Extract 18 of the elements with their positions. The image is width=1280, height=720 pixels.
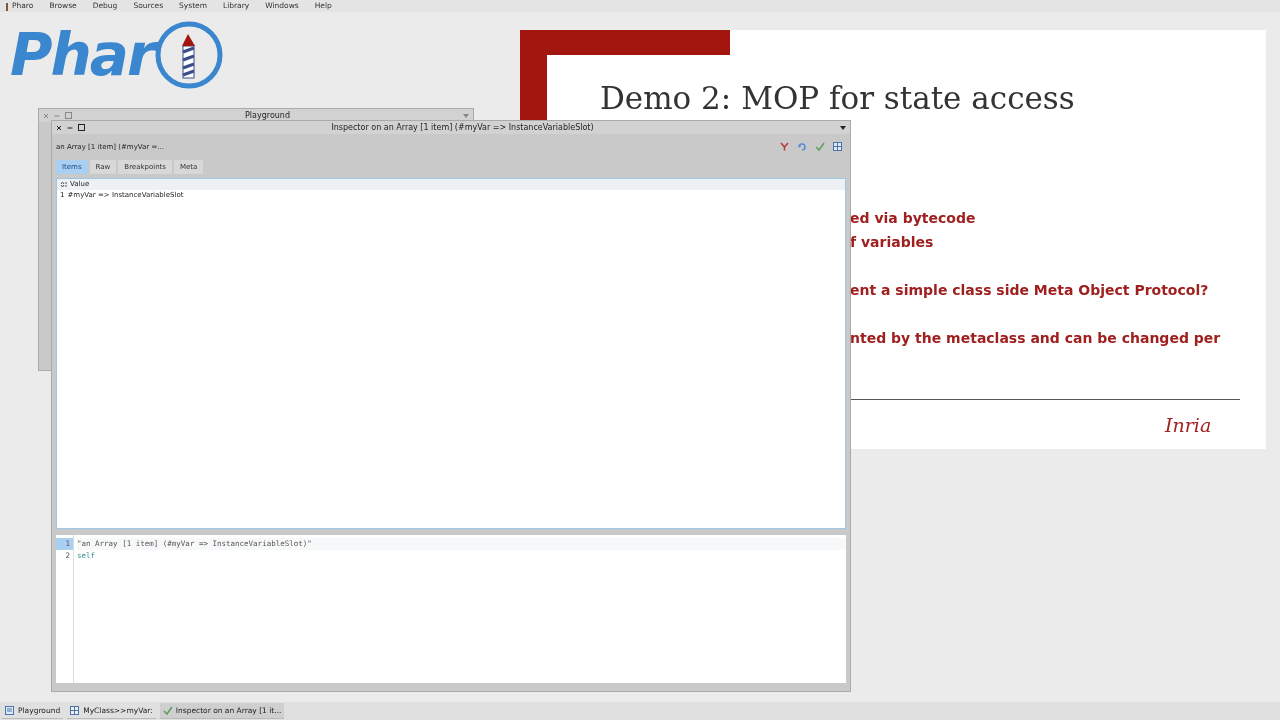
sort-icon[interactable] (60, 181, 67, 188)
slide-text: ent a simple class side Meta Object Protocol? (850, 281, 1210, 300)
grid-icon (70, 706, 81, 715)
window-icon (5, 706, 15, 715)
branch-icon[interactable] (780, 142, 789, 151)
close-icon[interactable] (56, 124, 62, 131)
dropdown-icon[interactable] (840, 125, 846, 130)
refresh-icon[interactable] (797, 142, 807, 152)
slide-title: Demo 2: MOP for state access (600, 79, 1075, 118)
slide-text: f variables (850, 233, 935, 252)
slide-text: ed via bytecode (850, 209, 977, 228)
window-title: Playground (244, 109, 291, 122)
check-icon[interactable] (815, 142, 825, 151)
check-icon (162, 706, 173, 715)
slide-text: nted by the metaclass and can be changed per (850, 329, 1221, 348)
slide-logo: Inria (1165, 413, 1212, 438)
table-icon[interactable] (833, 142, 842, 151)
window-title: Inspector on an Array [1 item] (#myVar => InstanceVariableSlot) (330, 121, 595, 134)
